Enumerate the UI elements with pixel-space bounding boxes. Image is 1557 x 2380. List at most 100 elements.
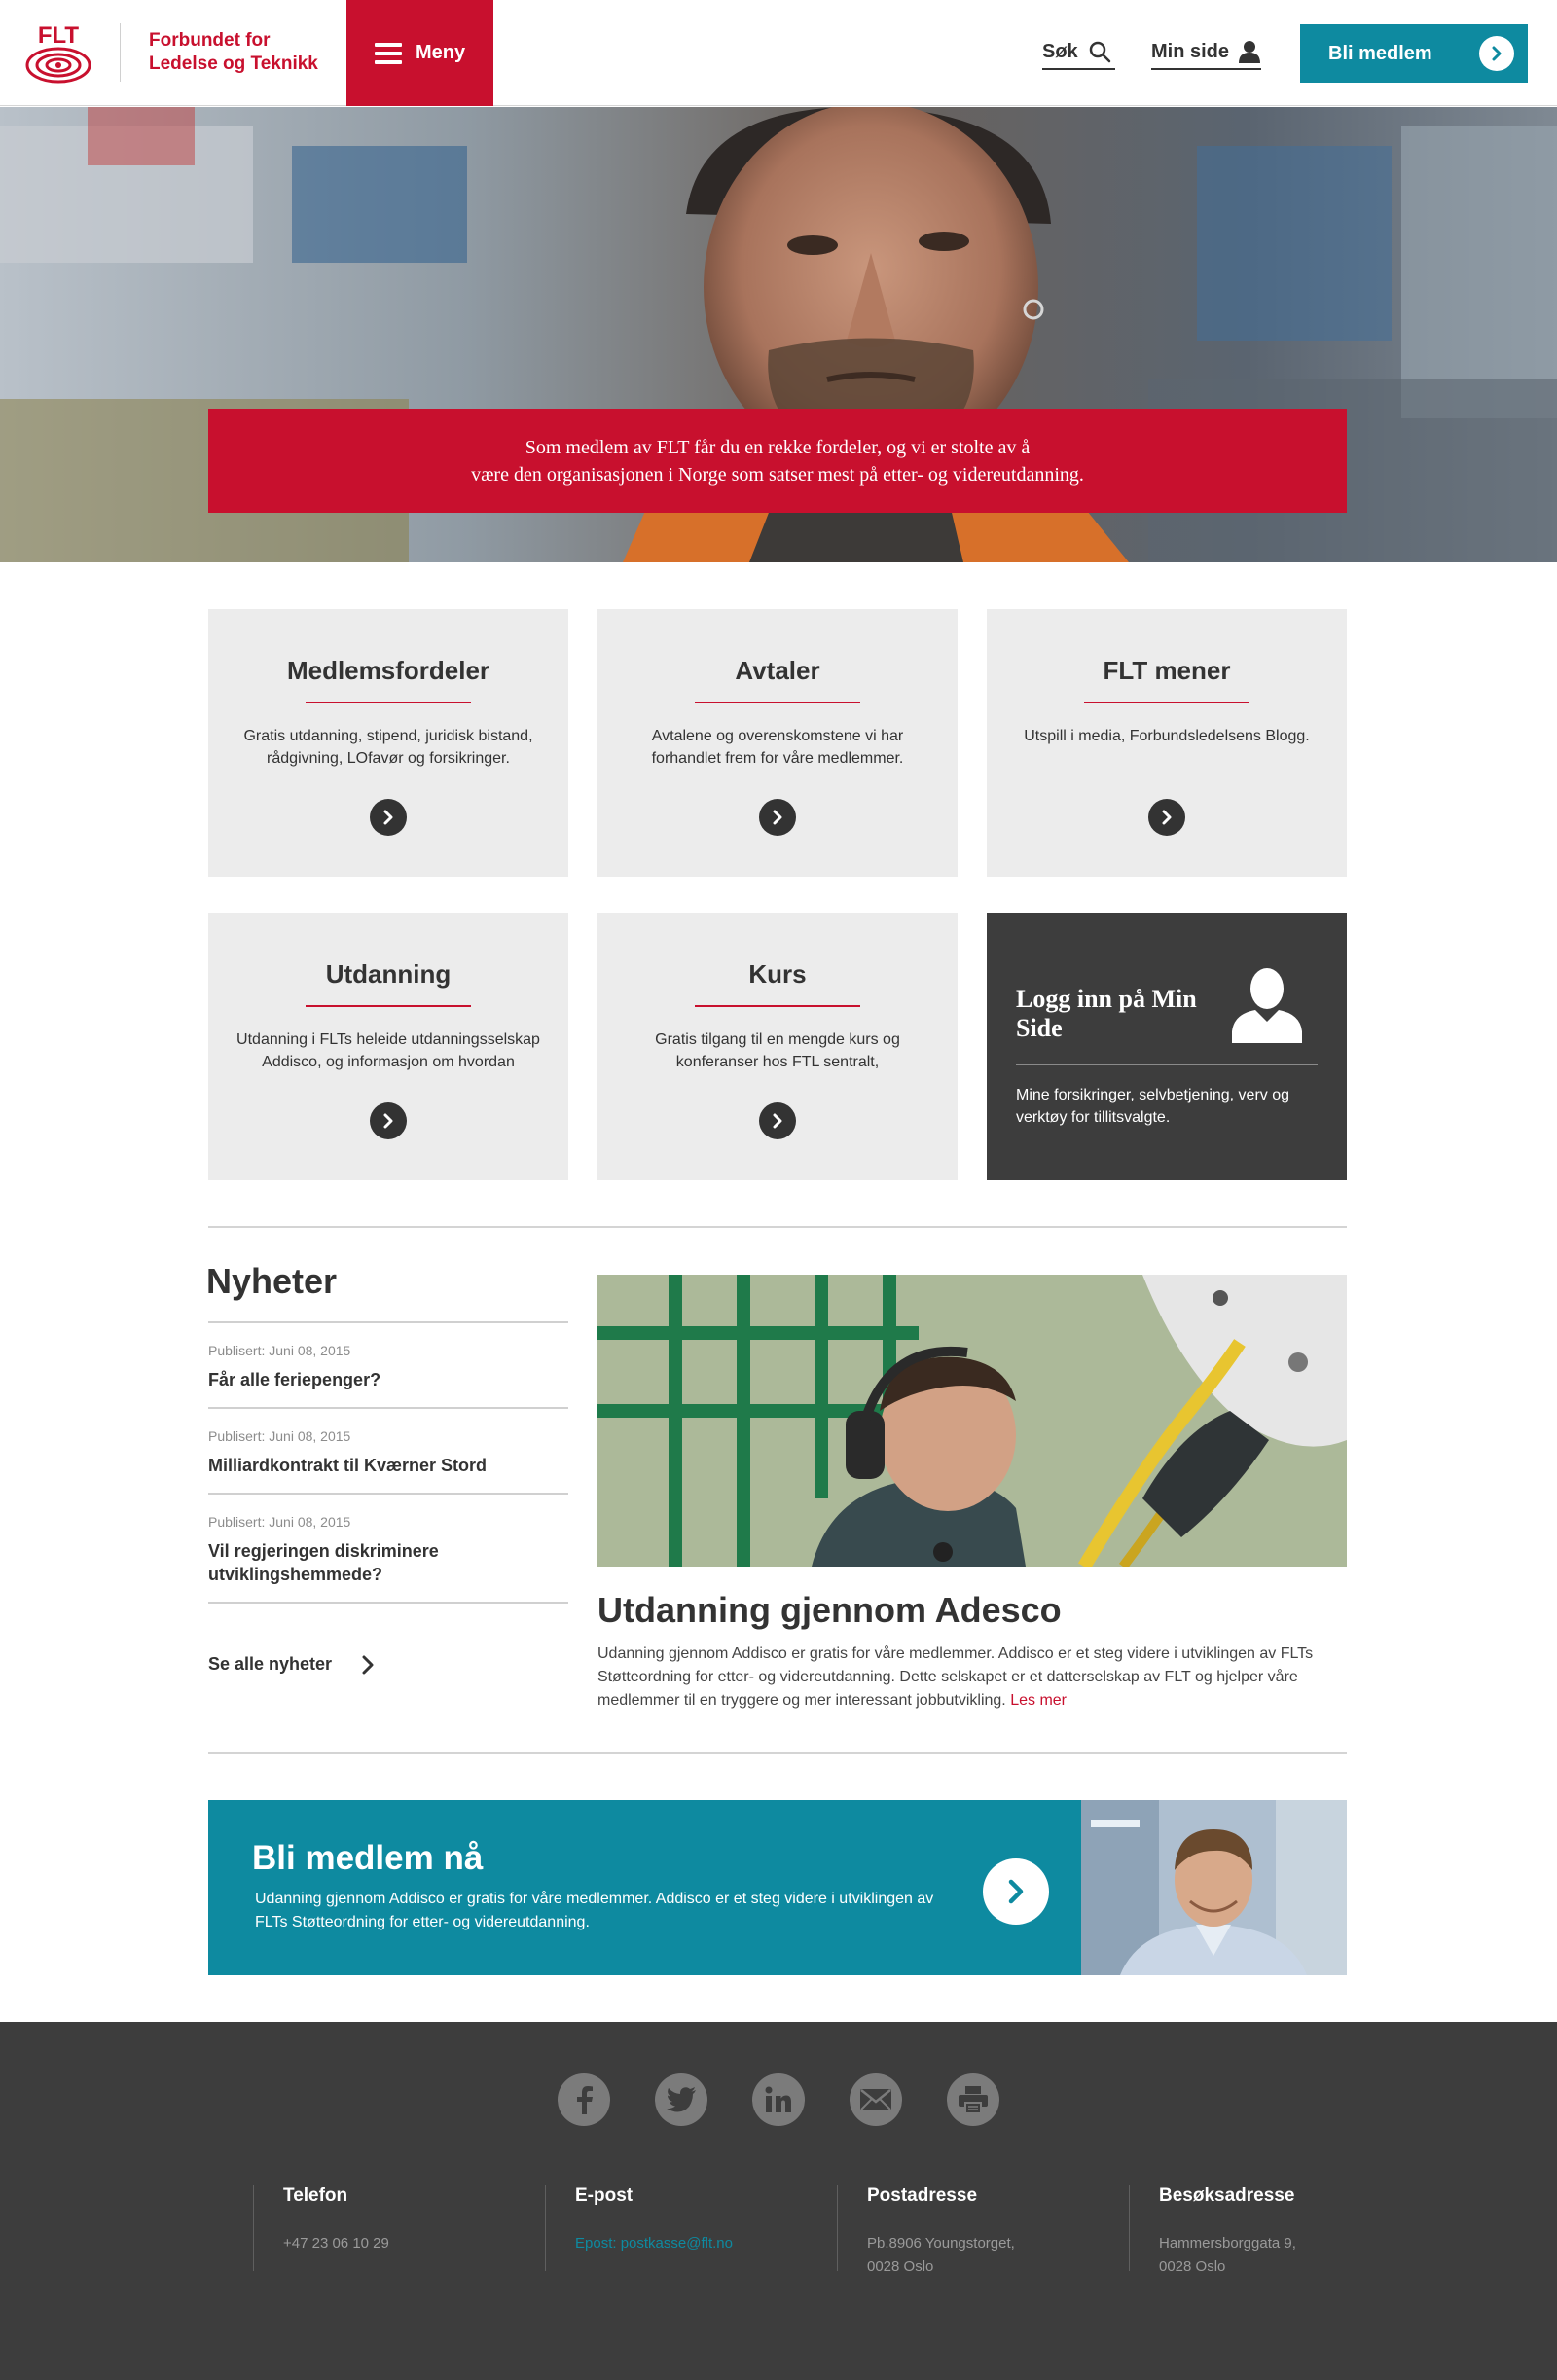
site-header: FLT Forbundet for Ledelse og Teknikk Men… — [0, 0, 1557, 106]
my-page-link[interactable]: Min side — [1151, 37, 1261, 70]
org-name-line2: Ledelse og Teknikk — [149, 54, 318, 74]
chevron-right-icon — [362, 1655, 374, 1674]
twitter-icon[interactable] — [655, 2073, 707, 2126]
footer-visit-line1: Hammersborggata 9, — [1159, 2235, 1296, 2252]
news-item[interactable]: Publisert: Juni 08, 2015 Får alle feriep… — [208, 1323, 568, 1409]
news-title: Nyheter — [206, 1261, 338, 1301]
card-title: Medlemsfordeler — [286, 656, 490, 685]
footer-phone: Telefon +47 23 06 10 29 — [253, 2185, 506, 2271]
login-divider — [1016, 1064, 1318, 1065]
card-medlemsfordeler[interactable]: Medlemsfordeler Gratis utdanning, stipen… — [208, 609, 568, 877]
user-icon — [1239, 41, 1261, 63]
search-label: Søk — [1042, 40, 1078, 62]
see-all-label: Se alle nyheter — [208, 1654, 333, 1674]
footer-visit-label: Besøksadresse — [1159, 2185, 1295, 2206]
logo-text: FLT — [38, 22, 80, 49]
org-name-line1: Forbundet for — [149, 30, 271, 51]
news-list: Publisert: Juni 08, 2015 Får alle feriep… — [208, 1321, 568, 1604]
chevron-right-icon — [1479, 36, 1514, 71]
card-text: Gratis tilgang til en mengde kurs og kon… — [655, 1031, 900, 1070]
news-date: Publisert: Juni 08, 2015 — [208, 1428, 351, 1444]
card-title: Utdanning — [325, 959, 452, 989]
chevron-right-icon[interactable] — [759, 799, 796, 836]
user-icon — [1232, 968, 1302, 1043]
section-divider — [208, 1752, 1347, 1754]
card-text: Gratis utdanning, stipend, juridisk bist… — [243, 728, 533, 767]
search-link[interactable]: Søk — [1042, 37, 1115, 70]
join-banner-text: Udanning gjennom Addisco er gratis for v… — [255, 1891, 934, 1930]
menu-button[interactable]: Meny — [346, 0, 493, 106]
hamburger-icon — [374, 42, 402, 64]
chevron-right-icon[interactable] — [370, 1102, 407, 1139]
my-page-label: Min side — [1151, 40, 1230, 62]
linkedin-icon[interactable] — [752, 2073, 805, 2126]
footer-visit-line2: 0028 Oslo — [1159, 2258, 1226, 2275]
card-kurs[interactable]: Kurs Gratis tilgang til en mengde kurs o… — [597, 913, 958, 1180]
footer-email-link[interactable]: Epost: postkasse@flt.no — [575, 2232, 798, 2255]
hero-banner: Som medlem av FLT får du en rekke fordel… — [208, 409, 1347, 513]
footer-email-label: E-post — [575, 2185, 634, 2206]
news-date: Publisert: Juni 08, 2015 — [208, 1343, 351, 1358]
join-banner[interactable]: Bli medlem nå Udanning gjennom Addisco e… — [208, 1800, 1347, 1975]
logo-divider — [120, 23, 121, 82]
hero-text-line1: Som medlem av FLT får du en rekke fordel… — [525, 436, 1031, 458]
print-icon[interactable] — [947, 2073, 999, 2126]
footer-email: E-post Epost: postkasse@flt.no — [545, 2185, 798, 2271]
card-title: Avtaler — [735, 656, 820, 685]
card-title: FLT mener — [1103, 656, 1231, 685]
card-divider — [306, 1005, 471, 1007]
member-photo — [1081, 1800, 1347, 1975]
org-name[interactable]: Forbundet for Ledelse og Teknikk — [149, 29, 344, 76]
card-utdanning[interactable]: Utdanning Utdanning i FLTs heleide utdan… — [208, 913, 568, 1180]
card-divider — [306, 702, 471, 703]
news-item[interactable]: Publisert: Juni 08, 2015 Milliardkontrak… — [208, 1409, 568, 1495]
card-flt-mener[interactable]: FLT mener Utspill i media, Forbundsledel… — [987, 609, 1347, 877]
footer-postal-value: Pb.8906 Youngstorget, 0028 Oslo — [867, 2232, 1090, 2279]
chevron-right-icon[interactable] — [983, 1858, 1049, 1925]
card-divider — [695, 1005, 860, 1007]
footer-postal-line2: 0028 Oslo — [867, 2258, 934, 2275]
read-more-link[interactable]: Les mer — [1010, 1692, 1067, 1709]
hero-text-line2: være den organisasjonen i Norge som sats… — [471, 463, 1084, 486]
card-divider — [695, 702, 860, 703]
card-title: Kurs — [748, 959, 807, 989]
news-headline[interactable]: Får alle feriepenger? — [208, 1368, 568, 1391]
flt-logo[interactable]: FLT — [25, 21, 91, 86]
login-card[interactable]: Logg inn på Min Side Mine forsikringer, … — [987, 913, 1347, 1180]
site-footer: Telefon +47 23 06 10 29 E-post Epost: po… — [0, 2022, 1557, 2380]
chevron-right-icon[interactable] — [370, 799, 407, 836]
facebook-icon[interactable] — [558, 2073, 610, 2126]
join-button[interactable]: Bli medlem — [1300, 24, 1528, 83]
menu-label: Meny — [415, 42, 466, 63]
login-title: Logg inn på Min Side — [1016, 985, 1197, 1042]
card-text: Avtalene og overenskomstene vi har forha… — [651, 728, 904, 767]
mail-icon[interactable] — [850, 2073, 902, 2126]
news-headline[interactable]: Milliardkontrakt til Kværner Stord — [208, 1454, 568, 1477]
footer-postal-line1: Pb.8906 Youngstorget, — [867, 2235, 1015, 2252]
chevron-right-icon[interactable] — [1148, 799, 1185, 836]
join-label: Bli medlem — [1328, 42, 1432, 64]
footer-phone-label: Telefon — [283, 2185, 348, 2206]
feature-image[interactable] — [597, 1275, 1347, 1567]
card-divider — [1084, 702, 1249, 703]
section-divider — [208, 1226, 1347, 1228]
hero-section: Som medlem av FLT får du en rekke fordel… — [0, 107, 1557, 562]
news-date: Publisert: Juni 08, 2015 — [208, 1514, 351, 1530]
card-avtaler[interactable]: Avtaler Avtalene og overenskomstene vi h… — [597, 609, 958, 877]
footer-visit-value: Hammersborggata 9, 0028 Oslo — [1159, 2232, 1382, 2279]
footer-postal: Postadresse Pb.8906 Youngstorget, 0028 O… — [837, 2185, 1090, 2275]
chevron-right-icon[interactable] — [759, 1102, 796, 1139]
feature-title[interactable]: Utdanning gjennom Adesco — [597, 1590, 1062, 1631]
footer-postal-label: Postadresse — [867, 2185, 978, 2206]
login-text: Mine forsikringer, selvbetjening, verv o… — [1016, 1087, 1290, 1126]
card-text: Utspill i media, Forbundsledelsens Blogg… — [1024, 728, 1310, 744]
footer-visit: Besøksadresse Hammersborggata 9, 0028 Os… — [1129, 2185, 1382, 2275]
footer-phone-value[interactable]: +47 23 06 10 29 — [283, 2232, 506, 2255]
see-all-news-link[interactable]: Se alle nyheter — [208, 1654, 375, 1675]
feature-body: Udanning gjennom Addisco er gratis for v… — [597, 1645, 1314, 1709]
news-headline[interactable]: Vil regjeringen diskriminere utviklingsh… — [208, 1539, 568, 1586]
news-item[interactable]: Publisert: Juni 08, 2015 Vil regjeringen… — [208, 1495, 568, 1604]
search-icon — [1089, 41, 1110, 63]
feature-text: Udanning gjennom Addisco er gratis for v… — [597, 1642, 1347, 1713]
card-text: Utdanning i FLTs heleide utdanningsselsk… — [236, 1031, 540, 1070]
